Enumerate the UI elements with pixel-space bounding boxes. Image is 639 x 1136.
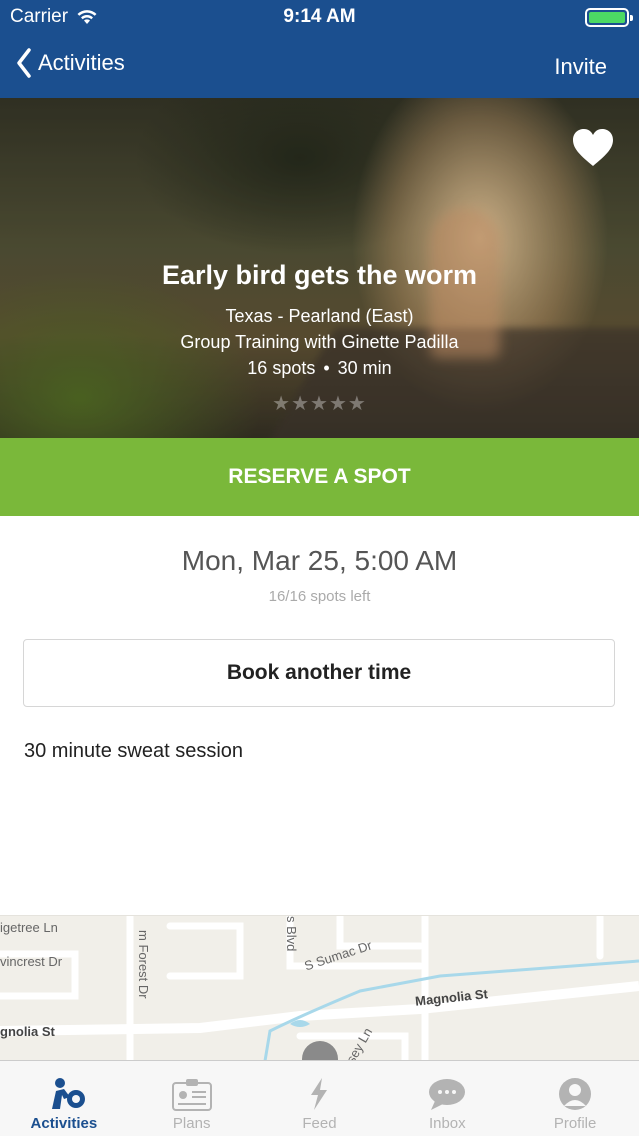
rating-stars: ★★★★★ bbox=[272, 393, 367, 415]
top-bar: Carrier 9:14 AM Activities Invite bbox=[0, 0, 639, 98]
activity-meta: 16 spots • 30 min bbox=[0, 355, 639, 381]
activity-description: 30 minute sweat session bbox=[24, 740, 244, 762]
tab-profile[interactable]: Profile bbox=[511, 1061, 639, 1136]
tab-plans[interactable]: Plans bbox=[128, 1061, 256, 1136]
spots-left: 16/16 spots left bbox=[268, 588, 371, 605]
invite-button[interactable]: Invite bbox=[554, 54, 607, 80]
map-label: s Blvd bbox=[284, 916, 299, 952]
status-time: 9:14 AM bbox=[283, 6, 356, 27]
tab-label: Inbox bbox=[428, 1115, 466, 1132]
hero-image: Early bird gets the worm Texas - Pearlan… bbox=[0, 98, 639, 438]
tab-label: Profile bbox=[553, 1115, 597, 1132]
feed-icon bbox=[311, 1078, 328, 1110]
activity-location: Texas - Pearland (East) bbox=[225, 306, 414, 326]
map-label: gnolia St bbox=[0, 1024, 55, 1039]
session-date: Mon, Mar 25, 5:00 AM bbox=[181, 545, 458, 576]
hero-text: Early bird gets the worm Texas - Pearlan… bbox=[0, 260, 639, 416]
inbox-icon bbox=[429, 1079, 466, 1110]
tab-bar: Activities Plans Feed Inbox Profile bbox=[0, 1060, 639, 1136]
back-button[interactable]: Activities bbox=[16, 48, 125, 78]
back-label: Activities bbox=[38, 50, 125, 75]
tab-activities[interactable]: Activities bbox=[0, 1061, 128, 1136]
tab-label: Feed bbox=[302, 1115, 337, 1132]
status-bar: Carrier 9:14 AM bbox=[0, 0, 639, 34]
map-label: vincrest Dr bbox=[0, 954, 63, 969]
heart-icon[interactable] bbox=[571, 128, 615, 168]
location-map[interactable]: igetree Ln vincrest Dr m Forest Dr s Blv… bbox=[0, 915, 639, 1060]
book-another-time-button[interactable]: Book another time bbox=[23, 639, 615, 707]
battery-icon bbox=[585, 8, 633, 27]
map-label: m Forest Dr bbox=[136, 930, 151, 999]
activities-icon bbox=[51, 1078, 85, 1109]
reserve-spot-button[interactable]: RESERVE A SPOT bbox=[0, 438, 639, 516]
chevron-left-icon bbox=[17, 48, 31, 78]
separator-dot: • bbox=[323, 358, 330, 378]
activity-duration: 30 min bbox=[337, 358, 392, 378]
plans-icon bbox=[171, 1079, 212, 1111]
map-label: igetree Ln bbox=[0, 920, 58, 935]
tab-feed[interactable]: Feed bbox=[256, 1061, 384, 1136]
tab-label: Plans bbox=[172, 1115, 211, 1132]
book-another-time-label: Book another time bbox=[226, 661, 412, 684]
activity-trainer: Group Training with Ginette Padilla bbox=[180, 332, 459, 352]
profile-icon bbox=[559, 1078, 592, 1110]
activity-spots: 16 spots bbox=[247, 358, 316, 378]
tab-label: Activities bbox=[30, 1115, 98, 1132]
map-roads bbox=[0, 916, 639, 1060]
tab-inbox[interactable]: Inbox bbox=[383, 1061, 511, 1136]
activity-title: Early bird gets the worm bbox=[161, 260, 478, 290]
